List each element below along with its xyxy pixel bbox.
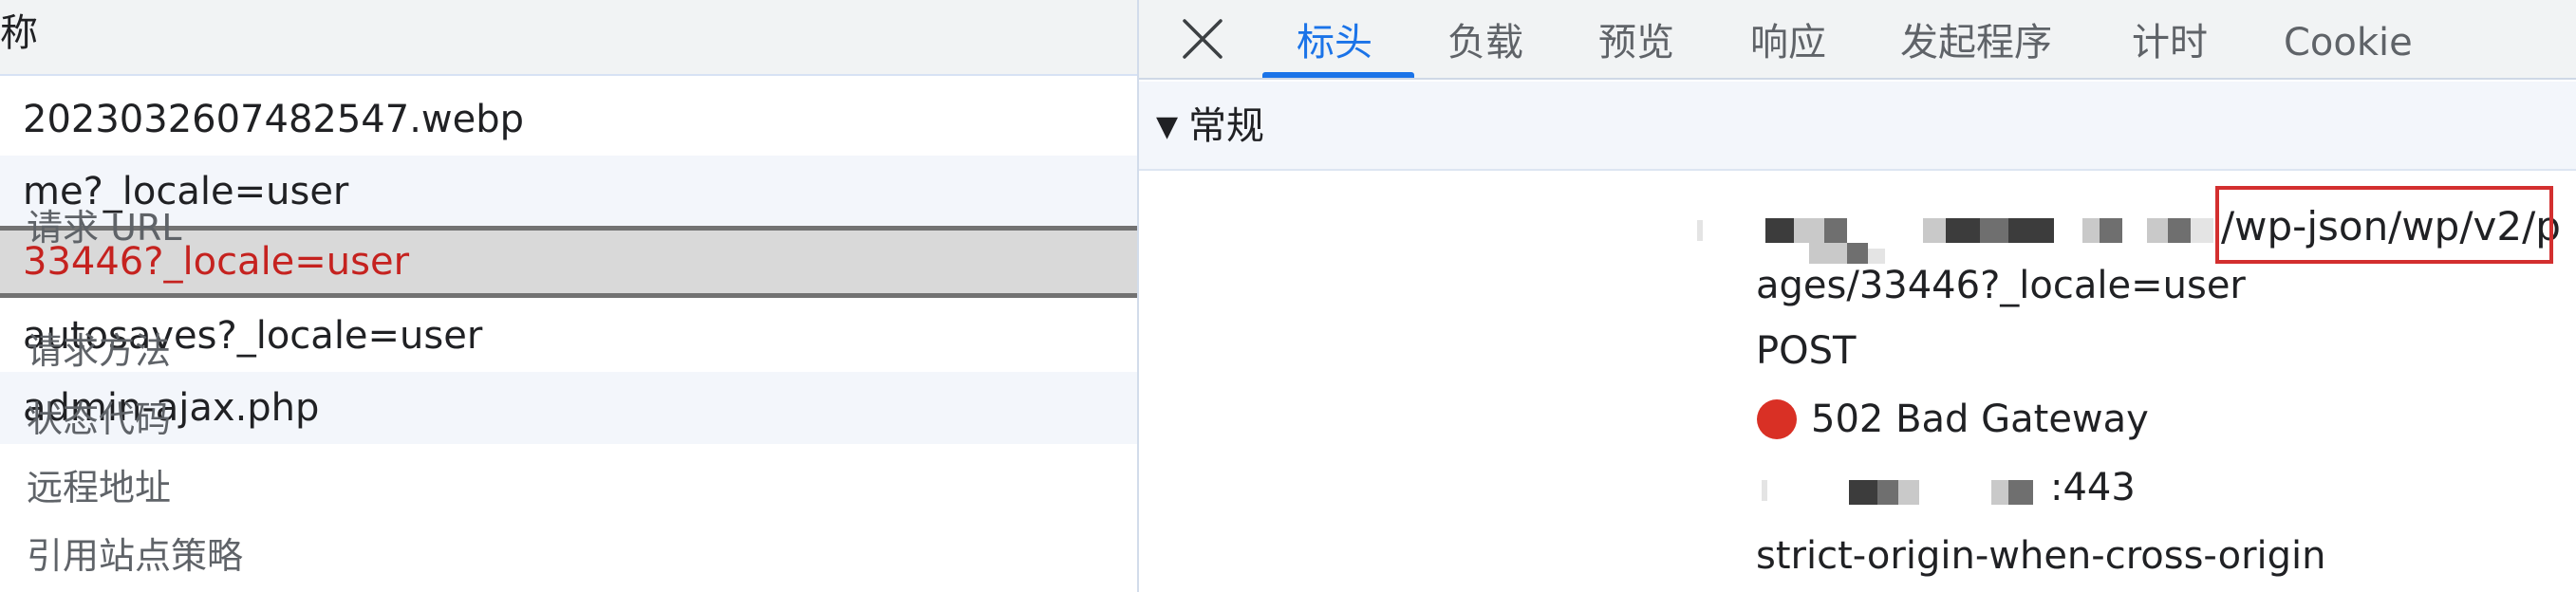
tab-initiator[interactable]: 发起程序	[1900, 0, 2052, 80]
request-url-value-line2: ages/33446?_locale=user	[1756, 264, 2246, 307]
request-url-label: 请求 URL	[27, 207, 182, 249]
request-method-value: POST	[1756, 329, 1857, 373]
remote-address-value: :443	[2050, 466, 2136, 509]
name-column-header[interactable]: 称	[0, 0, 1137, 76]
tab-response[interactable]: 响应	[1750, 0, 1826, 80]
status-code-value: 502 Bad Gateway	[1811, 398, 2149, 441]
remote-address-label: 远程地址	[27, 467, 172, 509]
collapse-triangle-icon: ▼	[1156, 110, 1179, 143]
url-highlight-box	[2215, 186, 2553, 264]
section-title: 常规	[1188, 104, 1264, 148]
active-tab-indicator	[1262, 72, 1414, 78]
tab-headers[interactable]: 标头	[1297, 0, 1372, 80]
details-tabbar: 标头 负载 预览 响应 发起程序 计时 Cookie	[1139, 0, 2576, 80]
request-method-label: 请求方法	[27, 330, 172, 372]
status-code-label: 状态代码	[27, 398, 172, 440]
tab-cookies[interactable]: Cookie	[2284, 0, 2413, 80]
tab-timing[interactable]: 计时	[2132, 0, 2208, 80]
status-error-icon	[1757, 399, 1797, 439]
request-row[interactable]: 2023032607482547.webp	[0, 83, 1137, 156]
close-icon	[1183, 19, 1223, 59]
request-name: 2023032607482547.webp	[23, 98, 525, 141]
referrer-policy-value: strict-origin-when-cross-origin	[1756, 534, 2326, 578]
tab-payload[interactable]: 负载	[1447, 0, 1523, 80]
general-section-header[interactable]: ▼ 常规	[1139, 82, 2576, 171]
tab-preview[interactable]: 预览	[1598, 0, 1674, 80]
name-column-header-label: 称	[0, 11, 38, 55]
referrer-policy-label: 引用站点策略	[27, 535, 244, 577]
close-details-button[interactable]	[1177, 13, 1228, 65]
